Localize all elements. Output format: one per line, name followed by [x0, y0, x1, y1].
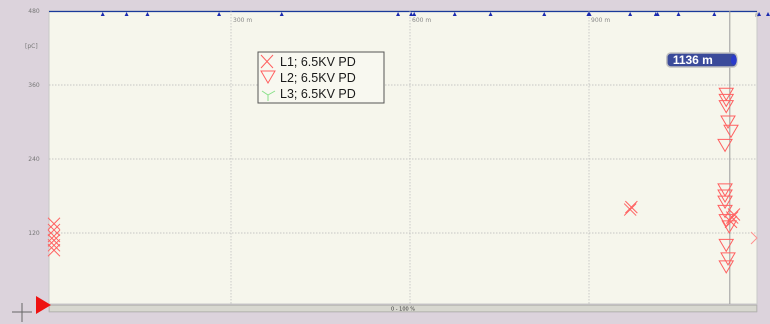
plot-background [48, 10, 758, 305]
cursor-marker-knob[interactable] [730, 55, 737, 65]
distance-label: 900 m [591, 17, 610, 24]
legend: L1; 6.5KV PD L2; 6.5KV PD L3; 6.5KV PD [257, 51, 385, 104]
distance-label: 600 m [412, 17, 431, 24]
top-marker-icon [766, 12, 770, 16]
scrollbar-label: 0 - 100 % [391, 307, 415, 313]
y-tick-label: 120 [28, 230, 40, 237]
legend-label-l2: L2; 6.5KV PD [280, 71, 356, 85]
horizontal-scrollbar[interactable]: 0 - 100 % [48, 304, 758, 313]
crosshair-icon[interactable] [12, 303, 32, 322]
cursor-marker[interactable]: 1136 m [666, 52, 738, 68]
y-unit-label: [pC] [25, 43, 38, 50]
distance-label: 300 m [233, 17, 252, 24]
y-tick-label: 240 [28, 156, 40, 163]
legend-label-l1: L1; 6.5KV PD [280, 55, 356, 69]
y-tick-label: 480 [28, 8, 40, 15]
cursor-marker-label: 1136 m [673, 53, 713, 67]
legend-label-l3: L3; 6.5KV PD [280, 87, 356, 101]
y-tick-label: 360 [28, 82, 40, 89]
chart-area: 480360240120 [pC] 300 m 600 m 900 m n 1136… [12, 8, 770, 322]
